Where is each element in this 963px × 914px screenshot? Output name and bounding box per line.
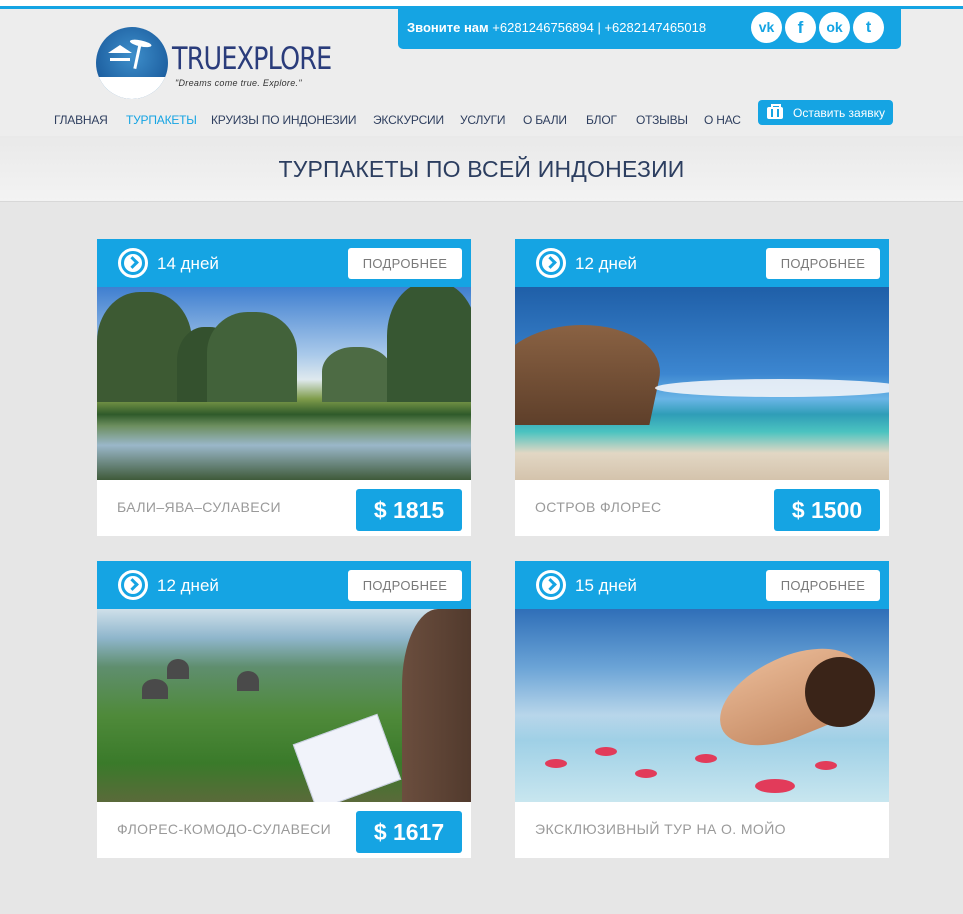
tour-card-header: 12 дней ПОДРОБНЕЕ xyxy=(97,561,471,609)
details-button[interactable]: ПОДРОБНЕЕ xyxy=(348,570,462,601)
brand-tagline: "Dreams come true. Explore." xyxy=(175,78,302,88)
details-button[interactable]: ПОДРОБНЕЕ xyxy=(348,248,462,279)
order-button-label: Оставить заявку xyxy=(793,106,885,120)
twitter-icon[interactable]: t xyxy=(853,12,884,43)
vk-icon[interactable]: vk xyxy=(751,12,782,43)
tour-duration: 14 дней xyxy=(157,254,219,273)
tour-card-header: 15 дней ПОДРОБНЕЕ xyxy=(515,561,889,609)
tour-photo[interactable] xyxy=(97,609,471,802)
nav-item-cruises[interactable]: КРУИЗЫ ПО ИНДОНЕЗИИ xyxy=(211,113,357,127)
tour-duration: 15 дней xyxy=(575,576,637,595)
order-button[interactable]: Оставить заявку xyxy=(758,100,893,125)
nav-item-blog[interactable]: БЛОГ xyxy=(586,113,617,127)
tour-card: 12 дней ПОДРОБНЕЕ ОСТРОВ ФЛОРЕС $ 1500 xyxy=(515,239,889,536)
tour-price: $ 1500 xyxy=(774,489,880,531)
page-title-band: ТУРПАКЕТЫ ПО ВСЕЙ ИНДОНЕЗИИ xyxy=(0,136,963,202)
nav-item-about-us[interactable]: О НАС xyxy=(704,113,741,127)
clock-icon xyxy=(536,570,566,600)
nav-item-tours[interactable]: ТУРПАКЕТЫ xyxy=(126,113,197,127)
tour-name[interactable]: ФЛОРЕС-КОМОДО-СУЛАВЕСИ xyxy=(117,821,331,837)
tour-card: 14 дней ПОДРОБНЕЕ БАЛИ–ЯВА–СУЛАВЕСИ $ 18… xyxy=(97,239,471,536)
top-accent-line xyxy=(0,0,963,9)
clock-icon xyxy=(536,248,566,278)
nav-item-reviews[interactable]: ОТЗЫВЫ xyxy=(636,113,688,127)
tour-price: $ 1815 xyxy=(356,489,462,531)
call-label: Звоните нам xyxy=(407,20,489,35)
tour-price: $ 1617 xyxy=(356,811,462,853)
page-title: ТУРПАКЕТЫ ПО ВСЕЙ ИНДОНЕЗИИ xyxy=(278,156,685,182)
tour-card: 15 дней ПОДРОБНЕЕ ЭКСКЛЮЗИВНЫЙ ТУР НА О.… xyxy=(515,561,889,858)
contact-text: Звоните нам +6281246756894 | +6282147465… xyxy=(407,20,706,35)
tour-name[interactable]: БАЛИ–ЯВА–СУЛАВЕСИ xyxy=(117,499,281,515)
nav-item-excursions[interactable]: ЭКСКУРСИИ xyxy=(373,113,444,127)
tour-duration: 12 дней xyxy=(575,254,637,273)
tour-duration: 12 дней xyxy=(157,576,219,595)
facebook-icon[interactable]: f xyxy=(785,12,816,43)
logo-icon[interactable] xyxy=(96,27,168,99)
tour-name[interactable]: ОСТРОВ ФЛОРЕС xyxy=(535,499,661,515)
brand-name[interactable]: TRUEXPLORE xyxy=(172,41,332,77)
odnoklassniki-icon[interactable]: ok xyxy=(819,12,850,43)
nav-item-home[interactable]: ГЛАВНАЯ xyxy=(54,113,108,127)
tour-card-header: 14 дней ПОДРОБНЕЕ xyxy=(97,239,471,287)
nav-item-services[interactable]: УСЛУГИ xyxy=(460,113,506,127)
clock-icon xyxy=(118,570,148,600)
tour-name[interactable]: ЭКСКЛЮЗИВНЫЙ ТУР НА О. МОЙО xyxy=(535,821,786,837)
tour-photo[interactable] xyxy=(515,287,889,480)
tour-photo[interactable] xyxy=(515,609,889,802)
tour-photo[interactable] xyxy=(97,287,471,480)
clock-icon xyxy=(118,248,148,278)
tour-card: 12 дней ПОДРОБНЕЕ ФЛОРЕС-КОМОДО-СУЛАВЕСИ… xyxy=(97,561,471,858)
details-button[interactable]: ПОДРОБНЕЕ xyxy=(766,248,880,279)
tour-card-header: 12 дней ПОДРОБНЕЕ xyxy=(515,239,889,287)
suitcase-icon xyxy=(767,104,783,119)
details-button[interactable]: ПОДРОБНЕЕ xyxy=(766,570,880,601)
phone-numbers[interactable]: +6281246756894 | +6282147465018 xyxy=(492,20,706,35)
nav-item-about-bali[interactable]: О БАЛИ xyxy=(523,113,567,127)
contact-bar: Звоните нам +6281246756894 | +6282147465… xyxy=(398,9,901,49)
